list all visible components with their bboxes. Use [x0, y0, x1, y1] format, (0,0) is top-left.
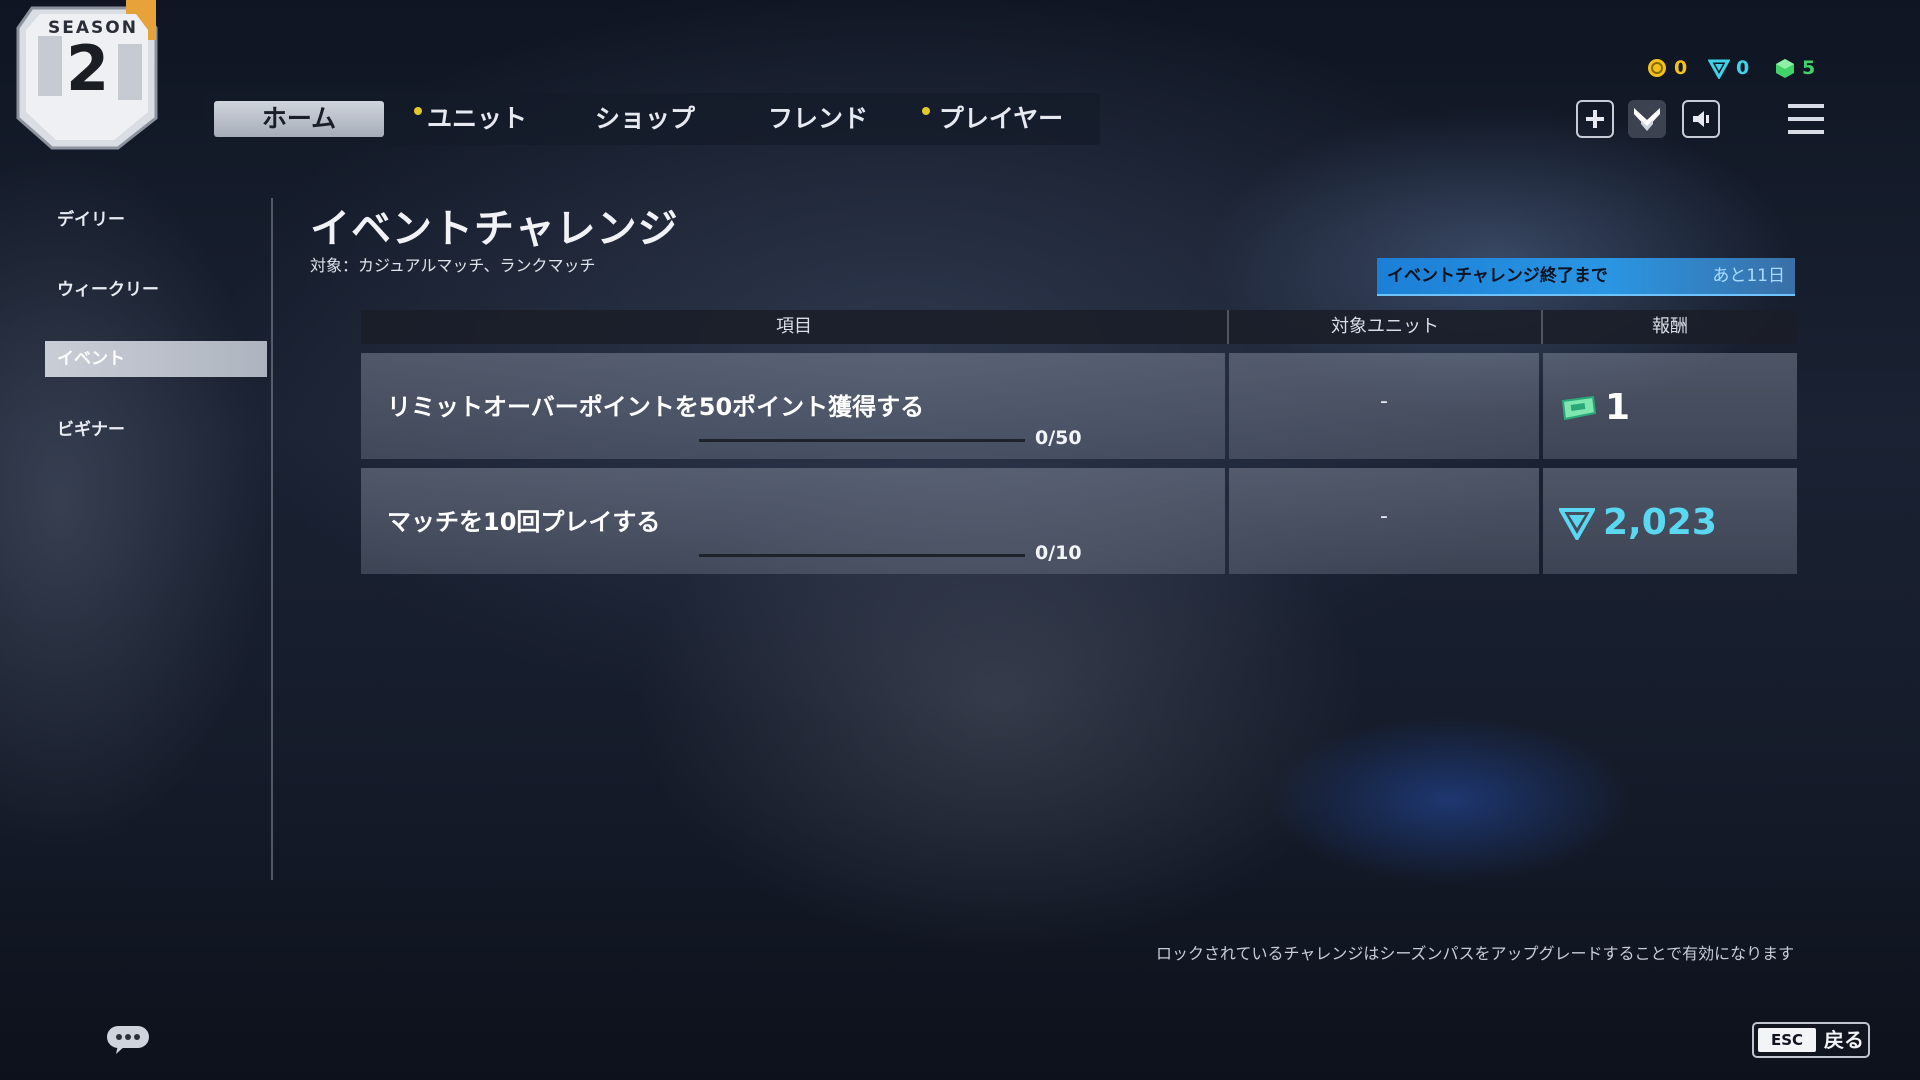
currency-cube: 5	[1774, 56, 1815, 80]
target-unit-value: -	[1380, 504, 1388, 529]
crystal-icon	[1708, 59, 1730, 79]
target-unit-value: -	[1380, 389, 1388, 414]
season-number: 2	[66, 32, 110, 105]
tab-unit-label: ユニット	[426, 104, 527, 133]
event-timer-label: イベントチャレンジ終了まで	[1387, 266, 1608, 286]
chat-bubble-icon	[107, 1026, 149, 1054]
currency-crystal-value: 0	[1736, 57, 1750, 79]
sidebar-item-weekly[interactable]: ウィークリー	[45, 272, 267, 308]
reward-cell: 2,023	[1543, 468, 1797, 574]
crystal-icon	[1559, 507, 1595, 540]
sidebar-divider	[271, 198, 273, 880]
task-name: リミットオーバーポイントを50ポイント獲得する	[387, 393, 925, 421]
hamburger-icon	[1788, 104, 1824, 134]
column-header-reward: 報酬	[1652, 316, 1688, 337]
chevron-emblem-icon	[1634, 108, 1660, 131]
tab-player-label: プレイヤー	[938, 104, 1064, 133]
table-row: リミットオーバーポイントを50ポイント獲得する 0/50 - 1	[361, 353, 1797, 459]
sidebar-item-beginner[interactable]: ビギナー	[45, 412, 267, 448]
column-header-unit: 対象ユニット	[1331, 316, 1439, 337]
footer-note: ロックされているチャレンジはシーズンパスをアップグレードすることで有効になります	[1156, 944, 1795, 963]
menu-button[interactable]	[1788, 102, 1824, 136]
event-timer-banner: イベントチャレンジ終了まで あと11日	[1377, 258, 1795, 296]
currency-cube-value: 5	[1802, 57, 1816, 79]
speaker-icon	[1693, 111, 1709, 127]
main-nav: ホーム ユニット ショップ フレンド プレイヤー	[206, 93, 1100, 145]
season-badge[interactable]: SEASON 2	[14, 0, 160, 152]
notification-dot	[922, 107, 930, 115]
reward: 1	[1559, 387, 1630, 428]
cube-icon	[1776, 59, 1794, 78]
column-header-task: 項目	[776, 316, 812, 337]
task-name: マッチを10回プレイする	[387, 508, 661, 536]
tab-shop[interactable]: ショップ	[570, 101, 720, 137]
progress-bar	[699, 554, 1025, 557]
sidebar-item-label: ウィークリー	[57, 280, 159, 300]
tab-player[interactable]: プレイヤー	[916, 101, 1086, 137]
table-row: マッチを10回プレイする 0/10 - 2,023	[361, 468, 1797, 574]
reward: 2,023	[1559, 502, 1717, 543]
add-button[interactable]	[1576, 100, 1614, 138]
sidebar-item-label: ビギナー	[57, 420, 125, 440]
currency-crystal: 0	[1708, 56, 1749, 80]
sidebar-item-label: イベント	[57, 349, 125, 369]
tab-friend-label: フレンド	[767, 104, 868, 133]
progress-text: 0/10	[1035, 542, 1082, 564]
unit-cell: -	[1229, 468, 1539, 574]
reward-cell: 1	[1543, 353, 1797, 459]
sidebar-item-event[interactable]: イベント	[45, 341, 267, 377]
reward-value: 2,023	[1603, 502, 1717, 543]
sound-button[interactable]	[1682, 100, 1720, 138]
page-subtitle: 対象：カジュアルマッチ、ランクマッチ	[310, 256, 596, 275]
ticket-icon	[1561, 395, 1597, 420]
event-timer-remaining: あと11日	[1712, 266, 1785, 286]
sidebar-item-label: デイリー	[57, 210, 125, 230]
task-cell: リミットオーバーポイントを50ポイント獲得する 0/50	[361, 353, 1225, 459]
progress-bar	[699, 439, 1025, 442]
sidebar-item-daily[interactable]: デイリー	[45, 202, 267, 238]
coin-icon	[1648, 59, 1666, 77]
esc-key-hint: ESC	[1758, 1028, 1816, 1052]
chat-button[interactable]	[106, 1025, 150, 1055]
tab-home[interactable]: ホーム	[214, 101, 384, 137]
tab-unit[interactable]: ユニット	[402, 101, 552, 137]
season-pass-button[interactable]	[1628, 100, 1666, 138]
tab-home-label: ホーム	[261, 104, 337, 133]
tab-shop-label: ショップ	[594, 104, 695, 133]
plus-icon	[1586, 110, 1604, 128]
unit-cell: -	[1229, 353, 1539, 459]
table-header: 項目 対象ユニット 報酬	[361, 310, 1797, 344]
tab-friend[interactable]: フレンド	[738, 101, 898, 137]
progress-text: 0/50	[1035, 427, 1082, 449]
back-label: 戻る	[1824, 1028, 1864, 1052]
currency-gold-value: 0	[1674, 57, 1688, 79]
task-cell: マッチを10回プレイする 0/10	[361, 468, 1225, 574]
notification-dot	[414, 107, 422, 115]
page-title: イベントチャレンジ	[310, 206, 679, 252]
currency-gold: 0	[1646, 56, 1687, 80]
reward-value: 1	[1605, 387, 1631, 428]
back-button[interactable]: ESC 戻る	[1752, 1022, 1870, 1058]
